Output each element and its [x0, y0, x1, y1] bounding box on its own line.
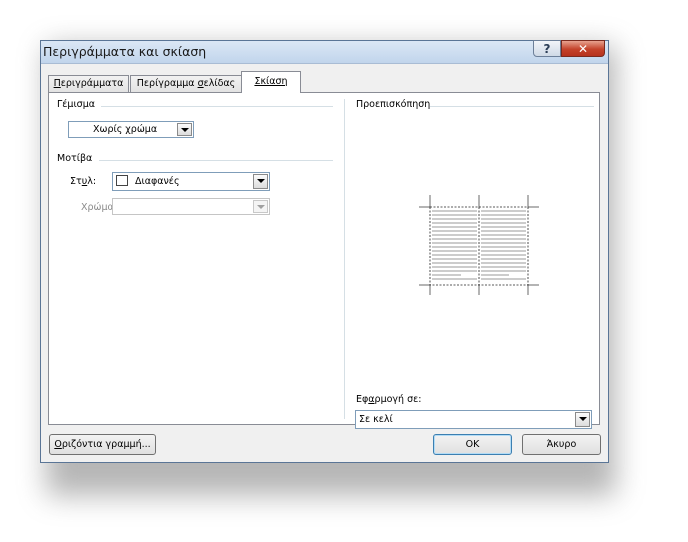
ok-button[interactable]: OK: [433, 434, 512, 455]
style-label: Στυλ:: [70, 176, 96, 187]
preview-group-label: Προεπισκόπηση: [356, 99, 431, 110]
apply-to-value: Σε κελί: [359, 414, 393, 425]
tab-borders-label-mnemonic: Π: [53, 78, 61, 89]
tab-page-border[interactable]: Περίγραμμα σελίδας: [130, 75, 242, 92]
chevron-down-icon: [253, 200, 268, 213]
window-title: Περιγράμματα και σκίαση: [43, 44, 207, 59]
close-button[interactable]: ✕: [561, 40, 605, 57]
cancel-button[interactable]: Άκυρο: [522, 434, 601, 455]
style-label-pre: Στ: [70, 176, 82, 187]
apply-to-label: Εφαρμογή σε:: [356, 394, 421, 405]
tab-shading[interactable]: Σκίαση: [241, 71, 301, 93]
horizontal-line-button-mnemonic: Ο: [54, 439, 62, 450]
patterns-group-divider: [99, 160, 333, 161]
dialog-window: Περιγράμματα και σκίαση ? ✕ Περιγράμματα…: [40, 40, 609, 463]
chevron-down-icon[interactable]: [177, 123, 192, 136]
cancel-button-label: Άκυρο: [546, 439, 577, 450]
tab-borders[interactable]: Περιγράμματα: [48, 75, 129, 92]
title-bar[interactable]: Περιγράμματα και σκίαση ? ✕: [41, 40, 608, 64]
fill-group-label: Γέμισμα: [57, 99, 96, 110]
help-button[interactable]: ?: [533, 40, 561, 57]
style-value: Διαφανές: [135, 176, 180, 187]
horizontal-line-button-label: ριζόντια γραμμή...: [61, 439, 151, 450]
help-icon: ?: [543, 42, 551, 56]
shading-preview: [419, 195, 539, 295]
apply-to-label-pre: Εφ: [356, 394, 369, 405]
fill-color-value: Χωρίς χρώμα: [93, 124, 158, 135]
fill-color-dropdown[interactable]: Χωρίς χρώμα: [68, 121, 194, 138]
tab-page-border-label-pre: Περίγραμμα: [136, 78, 198, 89]
pattern-swatch: [116, 175, 128, 186]
chevron-down-icon[interactable]: [575, 412, 590, 427]
preview-group-divider: [430, 106, 594, 107]
column-separator: [344, 99, 345, 419]
ok-button-label: OK: [465, 439, 480, 450]
close-icon: ✕: [578, 42, 589, 56]
apply-to-dropdown[interactable]: Σε κελί: [355, 410, 592, 429]
chevron-down-icon[interactable]: [253, 174, 268, 189]
tab-shading-label: Σκίαση: [254, 76, 288, 87]
horizontal-line-button[interactable]: Οριζόντια γραμμή...: [49, 434, 156, 455]
preview-crop-marks: [419, 195, 539, 295]
patterns-group-label: Μοτίβα: [57, 153, 93, 164]
style-label-post: λ:: [87, 176, 97, 187]
tab-borders-label-post: εριγράμματα: [60, 78, 124, 89]
style-dropdown[interactable]: Διαφανές: [112, 172, 270, 191]
tab-page-border-label-post: ελίδας: [203, 78, 236, 89]
fill-group-divider: [101, 106, 333, 107]
apply-to-label-post: ρμογή σε:: [374, 394, 422, 405]
pattern-color-dropdown: [112, 198, 270, 215]
